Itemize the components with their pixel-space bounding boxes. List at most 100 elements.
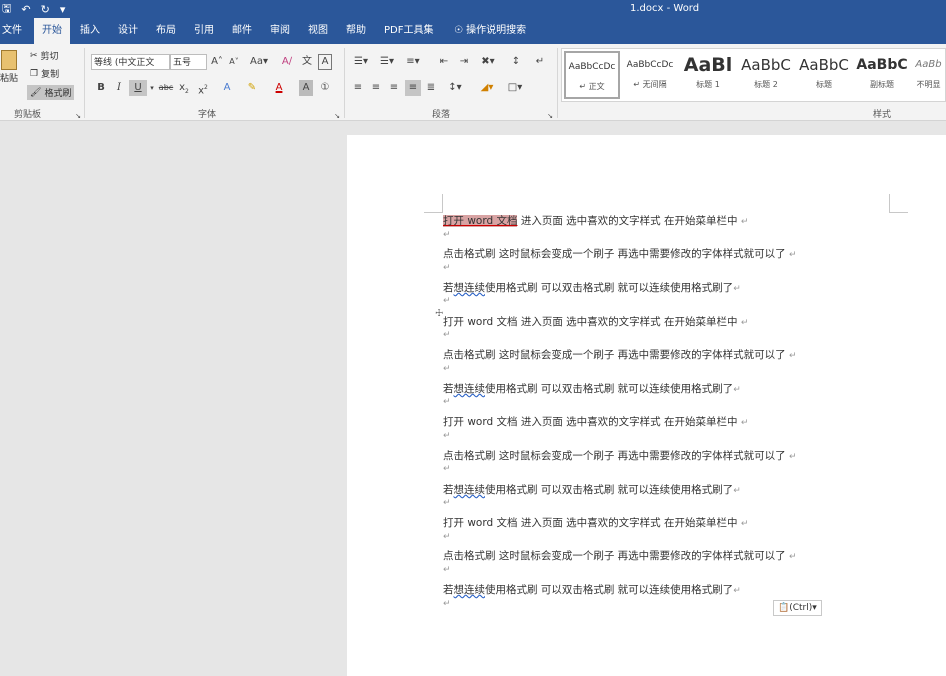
tab-references[interactable]: 引用 <box>194 18 214 44</box>
font-name-value: 等线 (中文正文 <box>94 58 155 68</box>
bold-icon[interactable]: B <box>95 80 107 96</box>
underline-icon[interactable]: U <box>129 80 147 96</box>
doc-line[interactable]: 点击格式刷 这时鼠标会变成一个刷子 再选中需要修改的字体样式就可以了 ↵ <box>443 548 797 563</box>
paragraph-launcher-icon[interactable]: ↘ <box>546 108 554 124</box>
font-name-select[interactable]: 等线 (中文正文 <box>91 54 170 70</box>
decrease-indent-icon[interactable]: ⇤ <box>437 54 451 70</box>
format-painter-button[interactable]: 🖌 格式刷 <box>27 85 75 100</box>
multilevel-list-icon[interactable]: ≡▾ <box>404 54 422 70</box>
style-subtle-emphasis[interactable]: AaBb 不明显 <box>912 51 945 99</box>
shrink-font-icon[interactable]: A˅ <box>228 54 240 70</box>
tab-review[interactable]: 审阅 <box>270 18 290 44</box>
selected-text[interactable]: 打开 word 文档 <box>443 215 518 227</box>
paragraph-mark: ↵ <box>443 263 451 273</box>
grammar-flag[interactable]: 想连续 <box>454 383 486 395</box>
chinese-layout-icon[interactable]: ✖▾ <box>479 54 497 70</box>
paragraph-mark: ↵ <box>733 486 741 496</box>
tab-insert[interactable]: 插入 <box>80 18 100 44</box>
font-launcher-icon[interactable]: ↘ <box>333 108 341 124</box>
show-marks-icon[interactable]: ↵ <box>533 54 547 70</box>
subscript-icon[interactable]: x2 <box>177 80 191 96</box>
tab-help[interactable]: 帮助 <box>346 18 366 44</box>
tab-design[interactable]: 设计 <box>118 18 138 44</box>
doc-line[interactable]: 若想连续使用格式刷 可以双击格式刷 就可以连续使用格式刷了↵ <box>443 582 741 597</box>
highlight-icon[interactable]: ✎ <box>244 80 260 96</box>
underline-dropdown-icon[interactable]: ▾ <box>148 80 156 96</box>
grammar-flag[interactable]: 想连续 <box>454 484 486 496</box>
distributed-icon[interactable]: ≣ <box>425 80 437 96</box>
paragraph-mark: ↵ <box>733 385 741 395</box>
line-spacing-icon[interactable]: ↕▾ <box>446 80 464 96</box>
character-border-icon[interactable]: A <box>318 54 332 70</box>
tab-view[interactable]: 视图 <box>308 18 328 44</box>
change-case-icon[interactable]: Aa▾ <box>250 54 268 70</box>
sort-icon[interactable]: ↕ <box>509 54 523 70</box>
tab-mailings[interactable]: 邮件 <box>232 18 252 44</box>
font-color-icon[interactable]: A <box>272 80 286 96</box>
style-normal[interactable]: AaBbCcDc ↵ 正文 <box>564 51 620 99</box>
style-heading-1[interactable]: AaBl 标题 1 <box>680 51 736 99</box>
style-title[interactable]: AaBbC 标题 <box>796 51 852 99</box>
doc-line[interactable]: 点击格式刷 这时鼠标会变成一个刷子 再选中需要修改的字体样式就可以了 ↵ <box>443 347 797 362</box>
doc-line[interactable]: 打开 word 文档 进入页面 选中喜欢的文字样式 在开始菜单栏中 ↵ <box>443 515 748 530</box>
undo-icon[interactable]: ↶ <box>21 3 30 16</box>
tell-me-search[interactable]: ☉ 操作说明搜索 <box>454 18 526 44</box>
doc-line[interactable]: 点击格式刷 这时鼠标会变成一个刷子 再选中需要修改的字体样式就可以了 ↵ <box>443 448 797 463</box>
clipboard-icon: 📋 <box>778 603 790 613</box>
italic-icon[interactable]: I <box>113 80 125 96</box>
doc-line[interactable]: 若想连续使用格式刷 可以双击格式刷 就可以连续使用格式刷了↵ <box>443 280 741 295</box>
doc-line[interactable]: 点击格式刷 这时鼠标会变成一个刷子 再选中需要修改的字体样式就可以了 ↵ <box>443 246 797 261</box>
character-shading-icon[interactable]: A <box>299 80 313 96</box>
paragraph-mark: ↵ <box>443 296 451 306</box>
doc-text: 若 <box>443 282 454 294</box>
justify-icon[interactable]: ≡ <box>405 80 421 96</box>
increase-indent-icon[interactable]: ⇥ <box>457 54 471 70</box>
move-handle-icon[interactable]: ☩ <box>435 309 443 319</box>
grammar-flag[interactable]: 想连续 <box>454 584 486 596</box>
paste-options-button[interactable]: 📋(Ctrl)▾ <box>773 600 822 616</box>
redo-icon[interactable]: ↻ <box>41 3 50 16</box>
cut-button[interactable]: ✂ 剪切 <box>30 49 59 63</box>
doc-line[interactable]: 若想连续使用格式刷 可以双击格式刷 就可以连续使用格式刷了↵ <box>443 482 741 497</box>
align-left-icon[interactable]: ≡ <box>352 80 364 96</box>
customize-qat-icon[interactable]: ▾ <box>60 3 66 16</box>
font-size-select[interactable]: 五号 <box>170 54 207 70</box>
tab-file[interactable]: 文件 <box>0 18 24 44</box>
doc-line[interactable]: 打开 word 文档 进入页面 选中喜欢的文字样式 在开始菜单栏中 ↵ <box>443 314 748 329</box>
save-icon[interactable]: 🖫 <box>2 0 11 19</box>
tab-home[interactable]: 开始 <box>34 18 70 44</box>
clear-formatting-icon[interactable]: A∕ <box>280 54 294 70</box>
phonetic-guide-icon[interactable]: 文 <box>300 54 314 70</box>
doc-text: 使用格式刷 可以双击格式刷 就可以连续使用格式刷了 <box>485 383 734 395</box>
copy-button[interactable]: ❐ 复制 <box>30 67 59 81</box>
shading-icon[interactable]: ◢▾ <box>478 80 496 96</box>
paste-button[interactable]: 粘贴 <box>0 50 18 84</box>
paragraph-mark: ↵ <box>443 599 451 609</box>
align-right-icon[interactable]: ≡ <box>388 80 400 96</box>
tab-layout[interactable]: 布局 <box>156 18 176 44</box>
doc-text: 打开 word 文档 进入页面 选中喜欢的文字样式 在开始菜单栏中 <box>443 316 741 328</box>
borders-icon[interactable]: □▾ <box>506 80 524 96</box>
grammar-flag[interactable]: 想连续 <box>454 282 486 294</box>
align-center-icon[interactable]: ≡ <box>370 80 382 96</box>
text-effects-icon[interactable]: A <box>220 80 234 96</box>
doc-line[interactable]: 打开 word 文档 进入页面 选中喜欢的文字样式 在开始菜单栏中 ↵ <box>443 414 748 429</box>
style-heading-2[interactable]: AaBbC 标题 2 <box>738 51 794 99</box>
bullets-icon[interactable]: ☰▾ <box>352 54 370 70</box>
style-no-spacing[interactable]: AaBbCcDc ↵ 无间隔 <box>622 51 678 99</box>
style-sample: AaBl <box>683 54 733 76</box>
grow-font-icon[interactable]: A˄ <box>211 54 223 70</box>
style-name: ↵ 正文 <box>579 82 605 91</box>
enclose-characters-icon[interactable]: ① <box>318 80 332 96</box>
tab-pdf-tools[interactable]: PDF工具集 <box>384 18 433 44</box>
crop-mark <box>424 194 443 213</box>
doc-line[interactable]: 打开 word 文档 进入页面 选中喜欢的文字样式 在开始菜单栏中 ↵ <box>443 213 748 228</box>
doc-line[interactable]: 若想连续使用格式刷 可以双击格式刷 就可以连续使用格式刷了↵ <box>443 381 741 396</box>
strikethrough-icon[interactable]: abc <box>158 80 174 96</box>
numbering-icon[interactable]: ☰▾ <box>378 54 396 70</box>
divider <box>84 48 85 118</box>
style-name: 标题 <box>816 80 832 89</box>
clipboard-launcher-icon[interactable]: ↘ <box>74 108 82 124</box>
superscript-icon[interactable]: x2 <box>196 80 210 96</box>
style-subtitle[interactable]: AaBbC 副标题 <box>854 51 910 99</box>
